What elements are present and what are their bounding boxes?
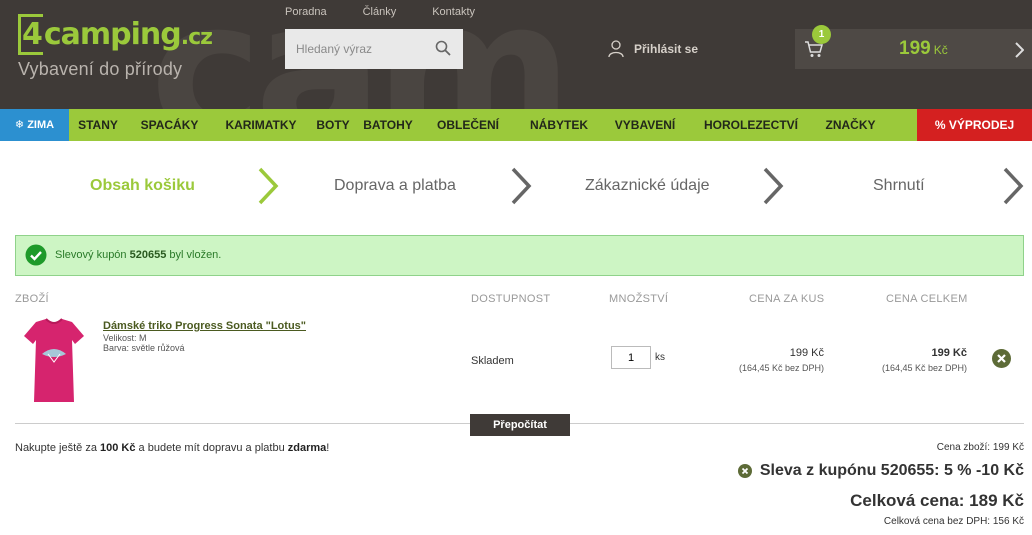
nav-item-batohy[interactable]: BATOHY [356, 109, 420, 141]
main-nav: ❄ ZIMA STANY SPACÁKY KARIMATKY BOTY BATO… [0, 109, 1032, 141]
coupon-discount-line: Sleva z kupónu 520655: 5 % -10 Kč [737, 462, 1024, 480]
nav-item-karimatky[interactable]: KARIMATKY [212, 109, 310, 141]
nav-item-obleceni[interactable]: OBLEČENÍ [420, 109, 516, 141]
product-size: Velikost: M [103, 333, 147, 343]
cart-widget[interactable]: 1 199 Kč [795, 25, 1032, 69]
step-shipping[interactable]: Doprava a platba [334, 177, 456, 195]
coupon-discount-text: Sleva z kupónu 520655: 5 % -10 Kč [759, 462, 1024, 479]
search-input[interactable] [285, 29, 430, 69]
nav-item-sale[interactable]: % VÝPRODEJ [917, 109, 1032, 141]
remove-item-icon[interactable] [992, 349, 1011, 368]
toplink-kontakty[interactable]: Kontakty [432, 6, 475, 18]
alert-message: Slevový kupón 520655 byl vložen. [55, 249, 222, 261]
step-arrow-icon [258, 167, 279, 205]
free-shipping-note: Nakupte ještě za 100 Kč a budete mít dop… [15, 442, 330, 454]
quantity-unit: ks [655, 352, 665, 363]
goods-price-summary: Cena zboží: 199 Kč [936, 442, 1024, 453]
cart-total: 199 Kč [899, 38, 948, 59]
nav-item-znacky[interactable]: ZNAČKY [814, 109, 887, 141]
nav-item-spacaky[interactable]: SPACÁKY [127, 109, 212, 141]
order-total: Celková cena: 189 Kč [850, 491, 1024, 510]
search-box [285, 29, 463, 69]
remove-coupon-icon[interactable] [737, 464, 752, 478]
step-arrow-icon [511, 167, 532, 205]
total-price: 199 Kč [931, 347, 967, 359]
product-image[interactable] [22, 318, 86, 404]
nav-item-horolezectvi[interactable]: HOROLEZECTVÍ [688, 109, 814, 141]
checkout-steps: Obsah košiku Doprava a platba Zákaznické… [0, 160, 1032, 210]
col-header-availability: DOSTUPNOST [471, 293, 551, 305]
col-header-quantity: MNOŽSTVÍ [609, 293, 669, 305]
coupon-success-alert: Slevový kupón 520655 byl vložen. [15, 235, 1024, 276]
top-links: Poradna Články Kontakty [285, 6, 511, 18]
total-price-novat: (164,45 Kč bez DPH) [881, 363, 967, 373]
nav-item-vybaveni[interactable]: VYBAVENÍ [602, 109, 688, 141]
col-header-unit-price: CENA ZA KUS [749, 293, 825, 305]
chevron-right-icon [1015, 42, 1024, 58]
logo-tagline: Vybavení do přírody [18, 59, 183, 79]
logo-wordmark: 4camping.cz [18, 14, 213, 55]
col-header-goods: ZBOŽÍ [15, 293, 49, 305]
search-icon[interactable] [435, 40, 451, 56]
step-arrow-icon [1003, 167, 1024, 205]
toplink-clanky[interactable]: Články [363, 6, 397, 18]
login-link[interactable]: Přihlásit se [608, 40, 698, 58]
step-customer[interactable]: Zákaznické údaje [585, 177, 710, 195]
login-label: Přihlásit se [634, 42, 699, 56]
site-header: cam 4camping.cz Vybavení do přírody Pora… [0, 0, 1032, 109]
site-logo[interactable]: 4camping.cz Vybavení do přírody [18, 14, 213, 80]
unit-price: 199 Kč [789, 347, 824, 359]
cart-count-badge: 1 [812, 25, 831, 44]
check-circle-icon [25, 244, 47, 266]
quantity-input[interactable] [611, 346, 651, 369]
product-name-link[interactable]: Dámské triko Progress Sonata "Lotus" [103, 320, 306, 332]
order-total-novat: Celková cena bez DPH: 156 Kč [883, 516, 1024, 527]
product-color: Barva: světle růžová [103, 343, 185, 353]
nav-item-nabytek[interactable]: NÁBYTEK [516, 109, 602, 141]
col-header-total-price: CENA CELKEM [886, 293, 968, 305]
user-icon [608, 40, 624, 58]
nav-item-zima[interactable]: ❄ ZIMA [0, 109, 69, 141]
availability-status: Skladem [471, 355, 514, 367]
step-arrow-icon [763, 167, 784, 205]
step-cart[interactable]: Obsah košiku [90, 177, 195, 195]
recalculate-button[interactable]: Přepočítat [470, 414, 570, 436]
unit-price-novat: (164,45 Kč bez DPH) [738, 363, 824, 373]
step-summary[interactable]: Shrnutí [873, 177, 925, 195]
toplink-poradna[interactable]: Poradna [285, 6, 327, 18]
nav-item-stany[interactable]: STANY [69, 109, 127, 141]
nav-item-boty[interactable]: BOTY [310, 109, 356, 141]
